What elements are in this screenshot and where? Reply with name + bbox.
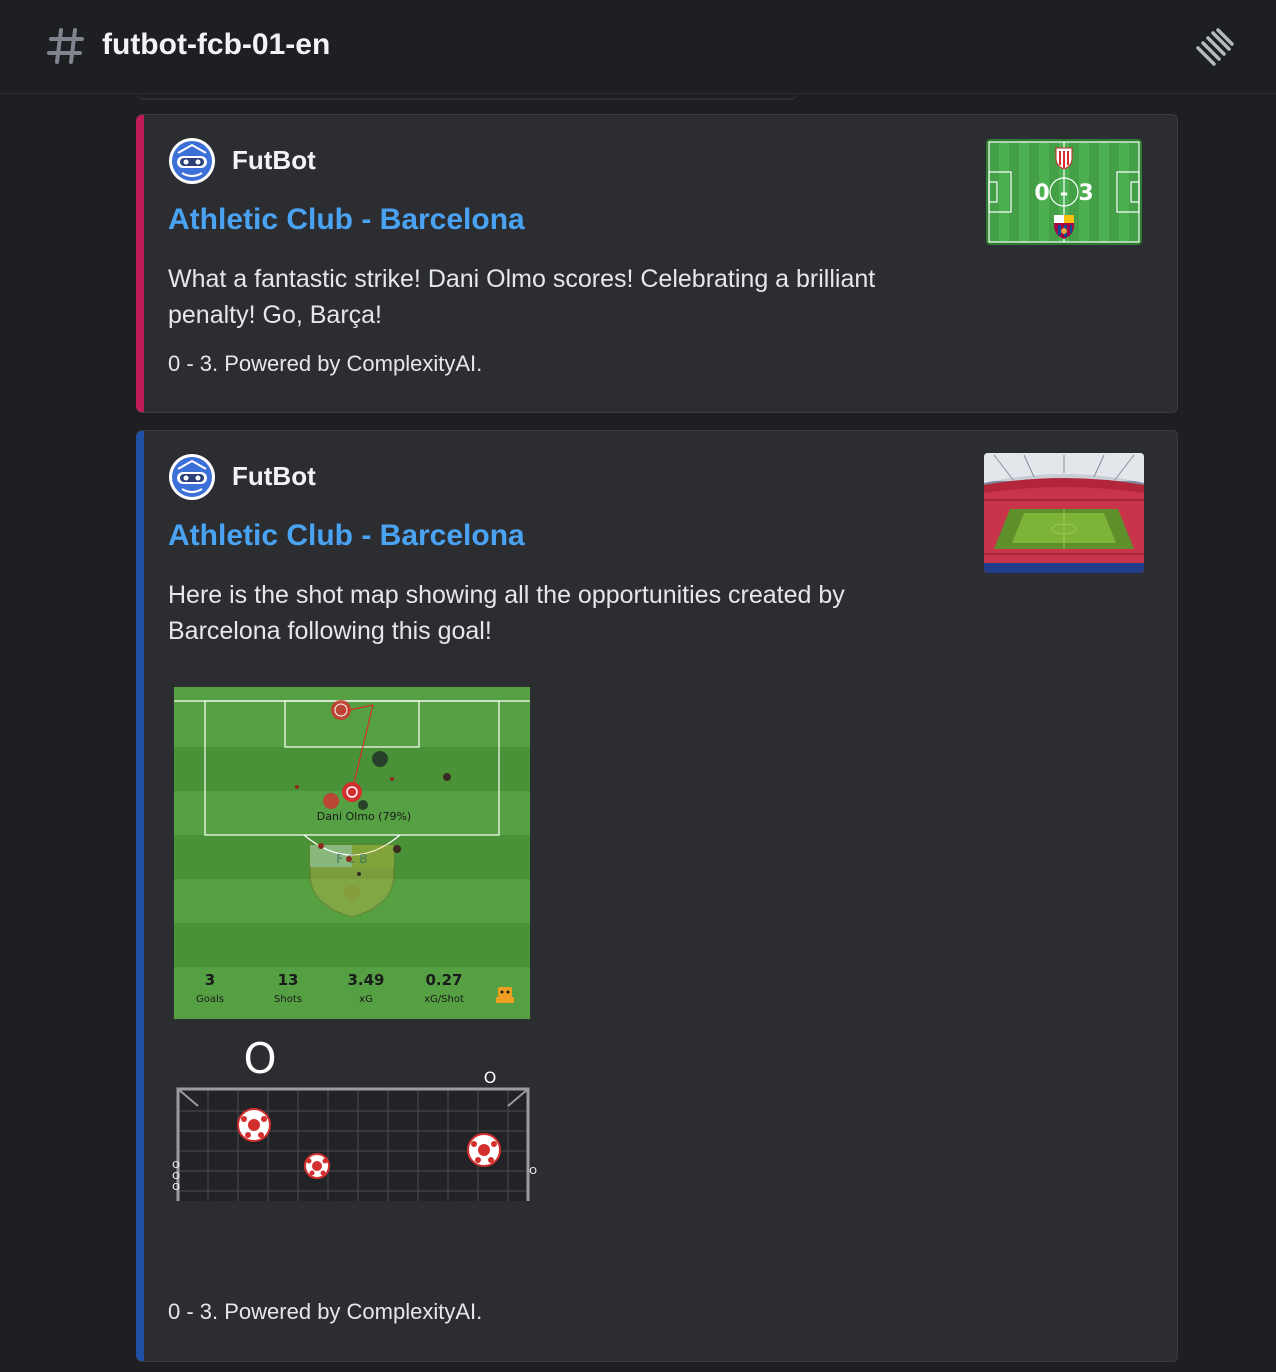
author-name[interactable]: FutBot [232, 461, 316, 492]
goal-big-label: O [243, 1034, 276, 1083]
stat-xg-per-shot-label: xG/Shot [424, 994, 464, 1005]
embed-accent-bar [136, 431, 144, 1361]
stat-goals-label: Goals [196, 994, 224, 1005]
goal-left-label: O [172, 1171, 180, 1182]
channel-header: futbot-fcb-01-en [0, 0, 1276, 94]
stat-goals-value: 3 [205, 971, 215, 989]
stadium-thumbnail[interactable] [984, 453, 1144, 573]
goal-small-label: O [484, 1068, 497, 1087]
previous-message-edge [136, 88, 798, 100]
shot-marker [372, 751, 388, 767]
goal-right-label: O [529, 1166, 537, 1177]
shot-marker [358, 800, 368, 810]
stat-xg-value: 3.49 [347, 971, 384, 989]
shot-marker [390, 777, 394, 781]
embed-accent-bar [136, 115, 144, 412]
embed-footer: 0 - 3. Powered by ComplexityAI. [168, 1299, 483, 1324]
embed-message-2: FutBot Athletic Club - Barcelona Here is… [136, 430, 1178, 1362]
shot-label: Dani Olmo (79%) [317, 810, 411, 823]
goal-left-label: O [172, 1160, 180, 1171]
shot-marker [393, 845, 401, 853]
shot-marker [346, 856, 352, 862]
goal-shot-marker [342, 782, 362, 802]
score-separator: - [1060, 181, 1068, 205]
goal-ball-icon [237, 1108, 271, 1142]
threads-icon[interactable] [1192, 26, 1236, 70]
away-score: 3 [1078, 181, 1093, 206]
robot-logo-icon [496, 987, 514, 1003]
shot-marker [318, 843, 324, 849]
stat-xg-per-shot-value: 0.27 [425, 971, 462, 989]
embed-description: Here is the shot map showing all the opp… [168, 581, 845, 645]
author-name[interactable]: FutBot [232, 145, 316, 176]
stat-xg-label: xG [359, 994, 373, 1005]
hash-icon [47, 28, 84, 64]
embed-footer: 0 - 3. Powered by ComplexityAI. [168, 351, 483, 376]
stat-shots-label: Shots [274, 994, 302, 1005]
home-score: 0 [1034, 181, 1049, 206]
shot-marker [357, 872, 361, 876]
goal-ball-icon [467, 1133, 501, 1167]
stat-shots-value: 13 [278, 971, 299, 989]
embed-description: What a fantastic strike! Dani Olmo score… [168, 265, 876, 329]
embed-title-link[interactable]: Athletic Club - Barcelona [168, 519, 525, 553]
futbot-avatar[interactable] [168, 453, 216, 501]
score-thumbnail[interactable]: 0 - 3 [986, 139, 1142, 245]
goal-ball-icon [304, 1153, 330, 1179]
shot-marker [295, 785, 299, 789]
futbot-avatar[interactable] [168, 137, 216, 185]
shot-map-image[interactable]: F C B Dani Olm [168, 681, 538, 1206]
channel-name: futbot-fcb-01-en [102, 28, 331, 61]
embed-title-link[interactable]: Athletic Club - Barcelona [168, 203, 525, 237]
embed-message-1: FutBot Athletic Club - Barcelona What a … [136, 114, 1178, 413]
goal-shot-marker [323, 793, 339, 809]
shot-marker [443, 773, 451, 781]
goal-left-label: O [172, 1182, 180, 1193]
goal-shot-marker [331, 700, 351, 720]
